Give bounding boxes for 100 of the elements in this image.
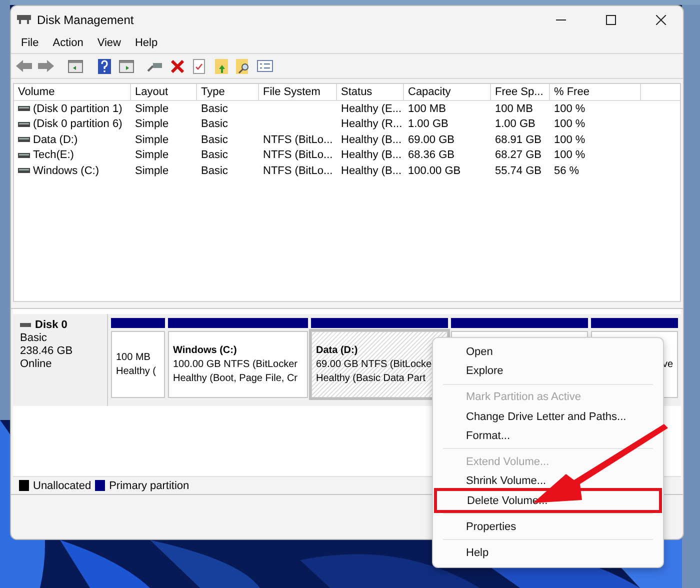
toolbar-button[interactable] — [256, 57, 274, 75]
drive-icon — [18, 122, 30, 127]
table-cell: 100 % — [554, 102, 586, 115]
partition-bar — [111, 318, 165, 328]
table-cell: Basic — [201, 118, 228, 130]
table-cell: Healthy (R... — [341, 118, 402, 130]
table-cell: 100 MB — [408, 102, 446, 115]
table-cell: 100 % — [554, 118, 586, 130]
forward-arrow-icon — [38, 60, 54, 72]
legend-label: Unallocated — [33, 480, 92, 492]
table-cell: (Disk 0 partition 6) — [33, 118, 122, 130]
column-header[interactable]: Volume — [14, 84, 131, 100]
disk-info: Basic — [20, 332, 48, 344]
table-cell: Basic — [201, 149, 228, 162]
disk-info: 238.46 GB — [20, 345, 74, 357]
folder-icon — [214, 58, 228, 74]
column-header[interactable]: Capacity — [404, 84, 491, 100]
table-cell: NTFS (BitLo... — [263, 149, 333, 162]
toolbar-button[interactable] — [117, 57, 135, 75]
table-cell: Simple — [135, 134, 169, 146]
help-icon — [98, 58, 110, 74]
drive-icon — [18, 106, 30, 112]
table-cell: 100 % — [554, 134, 586, 146]
toolbar-button[interactable] — [190, 57, 208, 75]
folder-search-icon — [236, 58, 250, 74]
partition-name: Data (D:) — [316, 344, 358, 358]
table-cell: 68.27 GB — [495, 149, 542, 162]
table-cell: Basic — [201, 134, 228, 146]
context-menu-item[interactable]: Help — [436, 543, 660, 563]
help-button[interactable] — [95, 57, 113, 75]
column-header[interactable]: File System — [259, 84, 337, 100]
table-cell: Healthy (B... — [341, 164, 402, 177]
table-cell: Simple — [135, 102, 169, 115]
table-cell: 100.00 GB — [408, 164, 461, 177]
window-title: Disk Management — [37, 12, 135, 26]
column-header[interactable]: Free Sp... — [491, 84, 550, 100]
table-cell: Simple — [135, 164, 169, 177]
context-menu-item[interactable]: Properties — [436, 517, 660, 536]
close-icon — [656, 14, 666, 24]
checklist-icon — [193, 58, 205, 74]
table-cell: 68.36 GB — [408, 149, 454, 162]
drive-icon — [18, 168, 30, 174]
drive-icon — [20, 323, 31, 327]
table-cell: Healthy (B... — [341, 149, 402, 162]
column-header[interactable]: Status — [337, 84, 404, 100]
partition-info: 100.00 GB NTFS (BitLocker — [173, 358, 298, 372]
toolbar-button[interactable] — [66, 57, 84, 75]
table-cell: NTFS (BitLo... — [263, 164, 333, 177]
legend-label: Primary partition — [109, 480, 190, 492]
table-cell: Healthy (E... — [341, 102, 402, 115]
table-cell: Basic — [201, 164, 228, 177]
table-cell: 100 MB — [495, 102, 533, 115]
table-cell: 1.00 GB — [495, 118, 536, 130]
column-header[interactable]: Type — [197, 84, 259, 100]
column-header[interactable]: % Free — [550, 84, 641, 100]
table-cell: Healthy (B... — [341, 134, 402, 146]
plug-icon — [147, 60, 163, 72]
delete-button[interactable] — [168, 57, 186, 75]
column-header[interactable]: Layout — [131, 84, 197, 100]
partition-info: 69.00 GB NTFS (BitLocke — [316, 358, 432, 372]
table-cell: Data (D:) — [33, 134, 78, 146]
partition[interactable]: Data (D:) 69.00 GB NTFS (BitLocke Healthy (Basic Data Part — [311, 331, 448, 398]
table-cell: Windows (C:) — [33, 164, 100, 177]
back-button[interactable] — [15, 57, 33, 75]
menu-item[interactable]: View — [91, 37, 127, 49]
panel-icon — [118, 60, 134, 72]
context-menu-item[interactable]: Delete Volume... — [434, 488, 662, 514]
table-cell: NTFS (BitLo... — [263, 134, 333, 146]
table-cell: Simple — [135, 118, 169, 130]
table-cell: 68.91 GB — [495, 134, 542, 146]
table-cell: Tech(E:) — [33, 149, 74, 162]
partition[interactable]: Windows (C:) 100.00 GB NTFS (BitLocker Healthy (Boot, Page File, Cr — [168, 331, 308, 398]
table-cell: 1.00 GB — [408, 118, 448, 130]
partition[interactable]: 100 MB Healthy ( — [111, 331, 165, 398]
partition-info: Healthy ( — [116, 364, 156, 378]
table-cell: 56 % — [554, 164, 580, 177]
table-cell: 55.74 GB — [495, 164, 542, 177]
delete-icon — [170, 60, 184, 72]
menu-item[interactable]: Action — [46, 37, 90, 49]
menu-item[interactable]: Help — [128, 37, 164, 49]
back-arrow-icon — [16, 60, 32, 72]
menu-item[interactable]: File — [15, 37, 45, 49]
panel-icon — [68, 60, 82, 72]
table-cell: Simple — [135, 149, 169, 162]
disk-info: Online — [20, 358, 53, 370]
table-cell: 100 % — [554, 149, 586, 162]
partition-name: Windows (C:) — [173, 344, 237, 358]
disk-name: Disk 0 — [35, 319, 68, 331]
partition-info: 100 MB — [116, 350, 150, 364]
disk-management-icon — [17, 14, 31, 25]
partition-info: Healthy (Basic Data Part — [316, 372, 426, 386]
drive-icon — [18, 137, 30, 142]
forward-button[interactable] — [37, 57, 55, 75]
toolbar-button[interactable] — [212, 57, 230, 75]
partition-info: Healthy (Boot, Page File, Cr — [173, 372, 298, 386]
context-menu-item[interactable]: Format... — [436, 426, 660, 446]
table-cell: (Disk 0 partition 1) — [33, 102, 122, 115]
maximize-icon — [606, 14, 616, 24]
context-menu-item[interactable]: Change Drive Letter and Paths... — [436, 406, 660, 426]
table-cell: Basic — [201, 102, 228, 115]
